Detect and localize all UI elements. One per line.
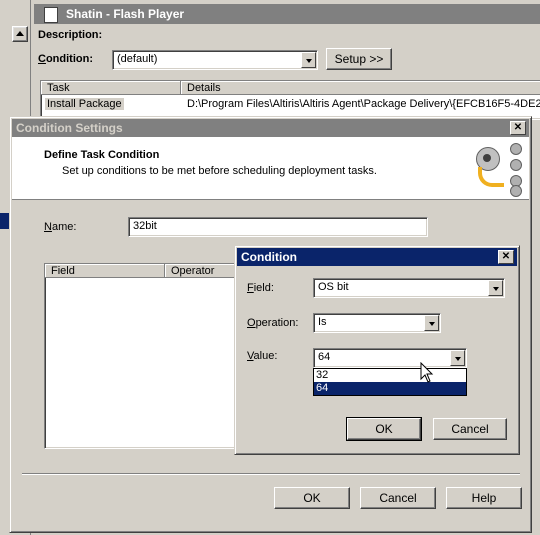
operation-combo-value: Is bbox=[318, 316, 327, 328]
operation-combo[interactable]: Is bbox=[313, 313, 441, 333]
condition-label: Condition: bbox=[38, 53, 93, 65]
value-combo[interactable]: 64 bbox=[313, 348, 467, 368]
details-cell: D:\Program Files\Altiris\Altiris Agent\P… bbox=[187, 98, 540, 110]
list-item[interactable]: 64 bbox=[314, 382, 466, 395]
cancel-button[interactable]: Cancel bbox=[433, 418, 507, 440]
chevron-down-icon[interactable] bbox=[301, 52, 316, 68]
help-button[interactable]: Help bbox=[446, 487, 522, 509]
operation-label: Operation: bbox=[247, 317, 299, 329]
value-label: Value: bbox=[247, 350, 278, 362]
column-header-details[interactable]: Details bbox=[181, 81, 540, 95]
task-cell: Install Package bbox=[45, 98, 124, 110]
task-schedule-icon bbox=[472, 141, 524, 197]
condition-dialog-titlebar: Condition ✕ bbox=[237, 248, 517, 266]
field-combo-value: OS bit bbox=[318, 281, 349, 293]
separator bbox=[22, 473, 520, 475]
column-header-operator[interactable]: Operator bbox=[165, 264, 241, 278]
condition-list[interactable]: Field Operator bbox=[44, 263, 242, 449]
ok-button[interactable]: OK bbox=[346, 417, 422, 441]
list-item[interactable]: 32 bbox=[314, 369, 466, 382]
value-dropdown-list: 32 64 bbox=[313, 368, 467, 396]
back-window-title: Shatin - Flash Player bbox=[66, 7, 185, 21]
column-header-task[interactable]: Task bbox=[41, 81, 181, 95]
condition-dialog: Condition ✕ Field: OS bit Operation: Is … bbox=[234, 245, 520, 455]
chevron-down-icon[interactable] bbox=[488, 280, 503, 296]
back-window: Shatin - Flash Player Description: Condi… bbox=[32, 0, 540, 120]
condition-settings-title: Condition Settings bbox=[16, 121, 123, 135]
ok-button[interactable]: OK bbox=[274, 487, 350, 509]
chevron-down-icon[interactable] bbox=[450, 350, 465, 366]
mouse-cursor-icon bbox=[420, 362, 434, 383]
column-header-field[interactable]: Field bbox=[45, 264, 165, 278]
table-row[interactable]: Install Package D:\Program Files\Altiris… bbox=[41, 97, 540, 111]
document-icon bbox=[44, 7, 58, 23]
condition-settings-titlebar: Condition Settings ✕ bbox=[12, 119, 529, 137]
setup-button[interactable]: Setup >> bbox=[326, 48, 392, 70]
name-input[interactable]: 32bit bbox=[128, 217, 428, 237]
task-list: Task Details Install Package D:\Program … bbox=[40, 80, 540, 120]
chevron-down-icon[interactable] bbox=[424, 315, 439, 331]
name-input-value: 32bit bbox=[133, 220, 157, 232]
condition-combo-value: (default) bbox=[117, 53, 158, 65]
close-icon[interactable]: ✕ bbox=[510, 121, 526, 135]
header-title: Define Task Condition bbox=[44, 149, 160, 161]
header-panel: Define Task Condition Set up conditions … bbox=[12, 137, 529, 200]
option-64: 64 bbox=[316, 382, 329, 394]
field-combo[interactable]: OS bit bbox=[313, 278, 505, 298]
header-subtitle: Set up conditions to be met before sched… bbox=[62, 165, 377, 177]
value-combo-value: 64 bbox=[318, 351, 331, 363]
condition-dialog-title: Condition bbox=[241, 250, 297, 264]
back-window-titlebar: Shatin - Flash Player bbox=[34, 4, 540, 24]
cancel-button[interactable]: Cancel bbox=[360, 487, 436, 509]
field-label: Field: bbox=[247, 282, 274, 294]
name-label: Name: bbox=[44, 221, 77, 233]
close-icon[interactable]: ✕ bbox=[498, 250, 514, 264]
condition-combo[interactable]: (default) bbox=[112, 50, 318, 70]
scroll-up-button[interactable] bbox=[12, 26, 28, 42]
description-label: Description: bbox=[38, 29, 103, 41]
option-32: 32 bbox=[316, 369, 329, 381]
